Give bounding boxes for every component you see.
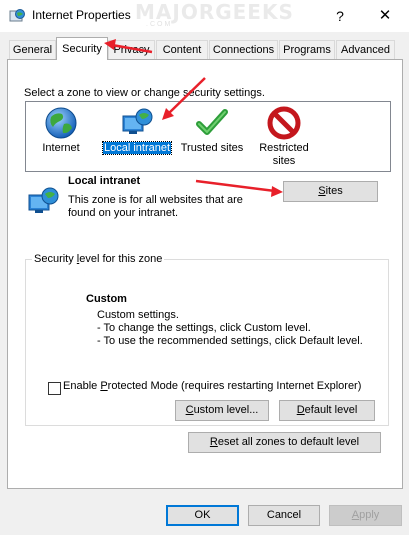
zone-detail-line1: This zone is for all websites that are [68,194,243,206]
internet-properties-icon [9,9,25,22]
zone-label-restricted-sites: Restricted sites [254,142,314,168]
window-title: Internet Properties [32,8,131,22]
zone-detail-line2: found on your intranet. [68,207,179,219]
tab-general[interactable]: General [9,40,56,59]
select-zone-instruction: Select a zone to view or change security… [24,87,265,99]
custom-level-button[interactable]: Custom level... [175,400,269,421]
zone-label-trusted-sites: Trusted sites [180,142,244,154]
globe-icon [45,107,77,139]
watermark-sub: .COM [146,21,173,28]
zone-label-restricted-line1: Restricted [259,142,309,154]
zone-label-restricted-line2: sites [272,155,296,167]
tab-privacy[interactable]: Privacy [108,40,155,59]
zone-label-local-intranet: Local intranet [101,141,173,155]
security-level-group-title: Security level for this zone [32,253,165,265]
zone-item-restricted-sites[interactable]: Restricted sites [254,104,314,170]
zone-item-internet[interactable]: Internet [34,104,88,164]
tab-security[interactable]: Security [56,37,108,60]
help-button[interactable]: ? [326,4,354,28]
local-intranet-large-icon [28,187,59,213]
tab-connections[interactable]: Connections [209,40,278,59]
protected-mode-checkbox[interactable] [48,382,61,395]
cancel-button[interactable]: Cancel [248,505,320,526]
security-level-name: Custom [86,293,127,305]
apply-button[interactable]: Apply [329,505,402,526]
close-button[interactable]: ✕ [370,4,400,28]
zone-item-trusted-sites[interactable]: Trusted sites [178,104,246,164]
zone-detail-description: This zone is for all websites that are f… [68,194,243,220]
default-level-button[interactable]: Default level [279,400,375,421]
ok-button[interactable]: OK [166,505,239,526]
sites-button[interactable]: Sites [283,181,378,202]
security-level-line2: - To change the settings, click Custom l… [97,322,311,334]
zone-item-local-intranet[interactable]: Local intranet [101,104,173,164]
checkmark-icon [196,109,228,135]
security-level-line1: Custom settings. [97,309,179,321]
protected-mode-label[interactable]: Enable Protected Mode (requires restarti… [63,380,361,392]
security-level-line3: - To use the recommended settings, click… [97,335,363,347]
zone-label-internet: Internet [42,142,80,154]
zone-detail-title: Local intranet [68,175,141,187]
tab-programs[interactable]: Programs [279,40,335,59]
local-intranet-icon [122,108,153,134]
security-level-description: Custom settings. - To change the setting… [97,309,363,348]
tab-advanced[interactable]: Advanced [336,40,395,59]
restricted-icon [267,106,301,140]
security-tab-panel: Select a zone to view or change security… [7,59,403,489]
tab-content[interactable]: Content [156,40,208,59]
reset-all-zones-button[interactable]: Reset all zones to default level [188,432,381,453]
